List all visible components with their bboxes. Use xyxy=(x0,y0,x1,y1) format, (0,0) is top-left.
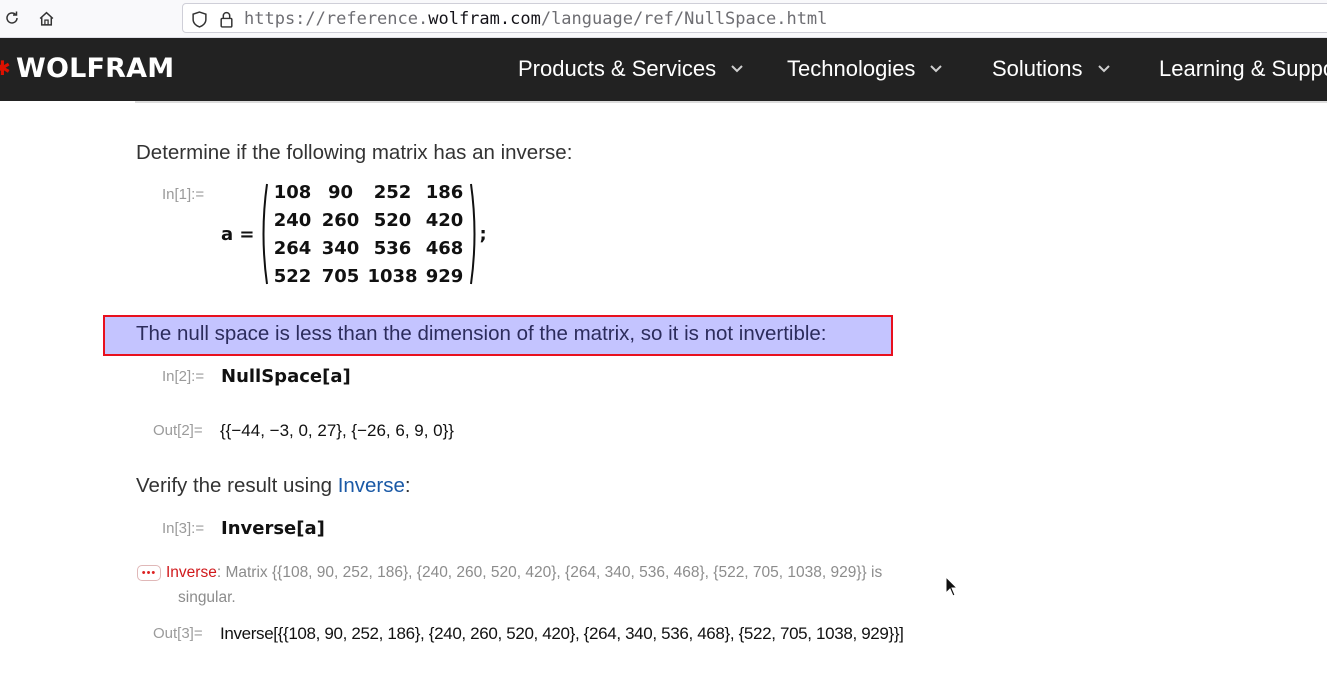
site-navbar: ✱ WOLFRAM Products & Services Technologi… xyxy=(0,38,1327,101)
nav-label: Solutions xyxy=(992,56,1083,81)
nav-label: Technologies xyxy=(787,56,916,81)
url-prefix: https://reference. xyxy=(244,9,429,29)
nav-solutions[interactable]: Solutions xyxy=(992,56,1111,82)
matrix-lhs: a = xyxy=(221,223,255,245)
inverse-link[interactable]: Inverse xyxy=(338,474,405,497)
matrix-grid: 108 90 252 186 240 260 520 420 264 340 536 468 522 70… xyxy=(269,178,469,290)
out3-value: Inverse[{{108, 90, 252, 186}, {240, 260,… xyxy=(220,624,904,643)
matrix-cell: 522 xyxy=(273,265,312,287)
browser-toolbar: https://reference.wolfram.com/language/r… xyxy=(0,0,1327,38)
matrix-cell: 340 xyxy=(321,237,360,259)
in2-code: NullSpace[a] xyxy=(221,366,351,387)
matrix-cell: 420 xyxy=(425,209,464,231)
highlighted-text-cell: The null space is less than the dimensio… xyxy=(103,315,893,356)
home-icon[interactable] xyxy=(36,8,56,28)
matrix-cell: 108 xyxy=(273,181,312,203)
nav-products-services[interactable]: Products & Services xyxy=(518,56,744,82)
chevron-down-icon xyxy=(730,62,744,76)
nav-learning-support[interactable]: Learning & Suppo xyxy=(1159,56,1327,82)
matrix-cell: 705 xyxy=(321,265,360,287)
in3-label: In[3]:= xyxy=(162,520,205,537)
chevron-down-icon xyxy=(929,62,943,76)
out2-value: {{−44, −3, 0, 27}, {−26, 6, 9, 0}} xyxy=(220,421,454,440)
matrix-cell: 240 xyxy=(273,209,312,231)
message-line-2: singular. xyxy=(178,589,236,606)
mouse-cursor-icon xyxy=(945,576,959,597)
left-paren xyxy=(262,183,268,285)
nav-label: Learning & Suppo xyxy=(1159,56,1327,81)
url-path: /language/ref/NullSpace.html xyxy=(540,9,828,29)
matrix-cell: 90 xyxy=(327,181,354,203)
out3-label: Out[3]= xyxy=(153,625,203,642)
url-text[interactable]: https://reference.wolfram.com/language/r… xyxy=(244,9,827,29)
wolfram-spikey-icon[interactable]: ✱ xyxy=(0,58,11,80)
out2-label: Out[2]= xyxy=(153,422,203,439)
matrix-cell: 260 xyxy=(321,209,360,231)
url-host: wolfram.com xyxy=(428,9,541,29)
verify-text: Verify the result using Inverse: xyxy=(136,474,411,498)
matrix-cell: 536 xyxy=(373,237,412,259)
matrix-semicolon: ; xyxy=(479,223,487,245)
matrix-cell: 468 xyxy=(425,237,464,259)
chevron-down-icon xyxy=(1097,62,1111,76)
in2-label: In[2]:= xyxy=(162,368,205,385)
matrix-cell: 1038 xyxy=(367,265,418,287)
matrix-cell: 264 xyxy=(273,237,312,259)
matrix-cell: 186 xyxy=(425,181,464,203)
nav-technologies[interactable]: Technologies xyxy=(787,56,943,82)
reload-icon[interactable] xyxy=(2,8,22,28)
message-menu-button[interactable]: ••• xyxy=(137,565,161,581)
in3-code: Inverse[a] xyxy=(221,518,325,539)
lock-icon[interactable] xyxy=(217,10,235,28)
message-head[interactable]: Inverse xyxy=(166,564,217,581)
matrix-input: a = 108 90 252 186 240 260 520 420 264 340 536 468 5… xyxy=(221,180,487,288)
highlighted-text: The null space is less than the dimensio… xyxy=(136,322,827,345)
verify-suffix: : xyxy=(404,474,411,497)
url-bar[interactable]: https://reference.wolfram.com/language/r… xyxy=(182,3,1327,33)
matrix-cell: 252 xyxy=(373,181,412,203)
message-text: Matrix {{108, 90, 252, 186}, {240, 260, … xyxy=(225,564,883,581)
message-line-1: Inverse: Matrix {{108, 90, 252, 186}, {2… xyxy=(166,564,882,582)
shield-icon[interactable] xyxy=(190,10,208,28)
right-paren xyxy=(469,183,475,285)
matrix-cell: 929 xyxy=(425,265,464,287)
verify-prefix: Verify the result using xyxy=(136,474,338,497)
intro-text: Determine if the following matrix has an… xyxy=(136,141,573,164)
nav-label: Products & Services xyxy=(518,56,717,81)
header-divider xyxy=(135,101,1327,103)
wolfram-logo[interactable]: WOLFRAM xyxy=(16,53,174,84)
matrix-cell: 520 xyxy=(373,209,412,231)
ellipsis-icon: ••• xyxy=(141,566,157,579)
in1-label: In[1]:= xyxy=(162,186,205,203)
